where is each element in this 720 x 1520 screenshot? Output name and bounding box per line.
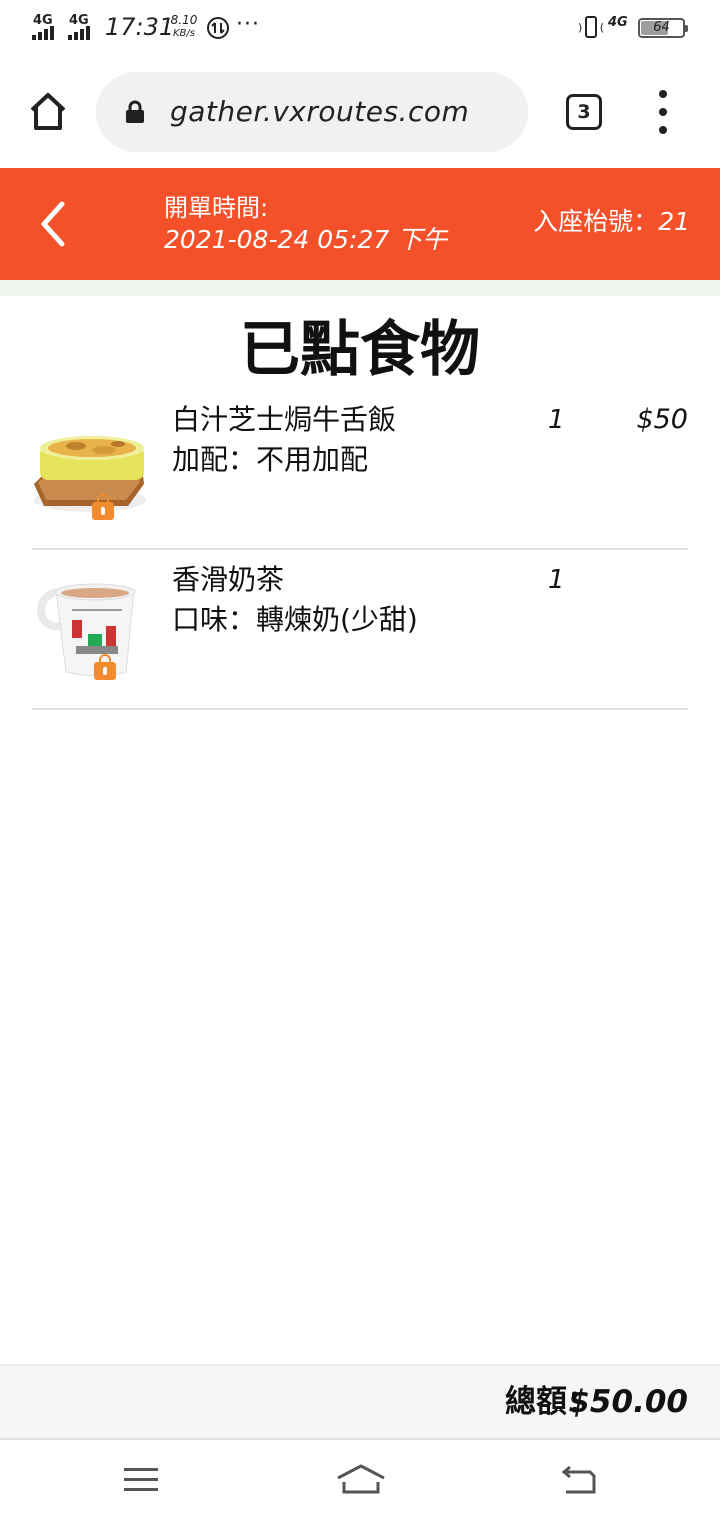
item-quantity: 1	[548, 565, 565, 595]
back-arrow-icon	[561, 1465, 596, 1494]
speed-value: 8.10	[170, 13, 198, 27]
table-number-label: 入座枱號：	[533, 207, 659, 236]
signal-icon: 4G	[608, 15, 628, 30]
tab-switcher-button[interactable]: 3	[566, 94, 602, 130]
battery-icon: 64	[638, 18, 688, 38]
lock-icon	[92, 494, 114, 520]
lock-icon	[126, 100, 144, 123]
total-bar: 總額： $50.00	[0, 1364, 720, 1438]
data-saver-icon	[207, 17, 229, 39]
order-item[interactable]: 白汁芝士焗牛舌飯 加配：不用加配 1 $50	[32, 394, 688, 550]
more-notifications-icon: ···	[236, 12, 260, 37]
item-quantity: 1	[548, 405, 565, 435]
open-time-label: 開單時間:	[164, 194, 269, 222]
chevron-left-icon	[41, 201, 65, 247]
baked-rice-icon	[32, 422, 152, 522]
browser-home-button[interactable]	[22, 86, 74, 138]
vibrate-icon: )(	[578, 15, 604, 41]
back-button[interactable]	[30, 196, 78, 252]
screen: 4G 4G 17:31 8.10 KB/s ··· )( 4G 64 gathe…	[0, 0, 720, 1520]
total-value: $50.00	[568, 1384, 688, 1420]
table-number: 入座枱號：21	[533, 206, 690, 238]
recent-apps-button[interactable]	[124, 1464, 158, 1494]
lock-icon	[94, 654, 116, 680]
item-price: $50	[636, 404, 688, 435]
order-header: 開單時間: 2021-08-24 05:27 下午 入座枱號：21	[0, 168, 720, 280]
clock: 17:31	[105, 13, 175, 41]
item-name: 香滑奶茶	[172, 563, 285, 596]
system-back-button[interactable]	[560, 1464, 598, 1496]
signal-icon: 4G	[68, 14, 98, 40]
item-name: 白汁芝士焗牛舌飯	[172, 403, 397, 436]
speed-unit: KB/s	[173, 28, 195, 39]
item-option: 加配：不用加配	[172, 443, 369, 476]
home-icon	[337, 1464, 385, 1494]
battery-level: 64	[653, 20, 670, 35]
status-bar: 4G 4G 17:31 8.10 KB/s ··· )( 4G 64	[0, 0, 720, 56]
system-nav-bar	[0, 1438, 720, 1520]
page-title: 已點食物	[240, 315, 480, 385]
browser-menu-button[interactable]	[648, 90, 678, 134]
item-option: 口味：轉煉奶(少甜)	[172, 603, 418, 636]
browser-toolbar: gather.vxroutes.com 3	[0, 56, 720, 168]
table-number-value: 21	[658, 207, 690, 236]
header-divider	[0, 280, 720, 296]
address-bar[interactable]: gather.vxroutes.com	[96, 72, 528, 152]
system-home-button[interactable]	[334, 1460, 388, 1498]
milk-tea-icon	[32, 580, 152, 680]
order-item[interactable]: 香滑奶茶 口味：轉煉奶(少甜) 1	[32, 550, 688, 710]
network-speed: 8.10 KB/s	[167, 14, 201, 40]
open-time-value: 2021-08-24 05:27 下午	[164, 225, 448, 254]
signal-icon: 4G	[32, 14, 62, 40]
url-text: gather.vxroutes.com	[170, 95, 470, 128]
home-icon	[30, 93, 66, 130]
